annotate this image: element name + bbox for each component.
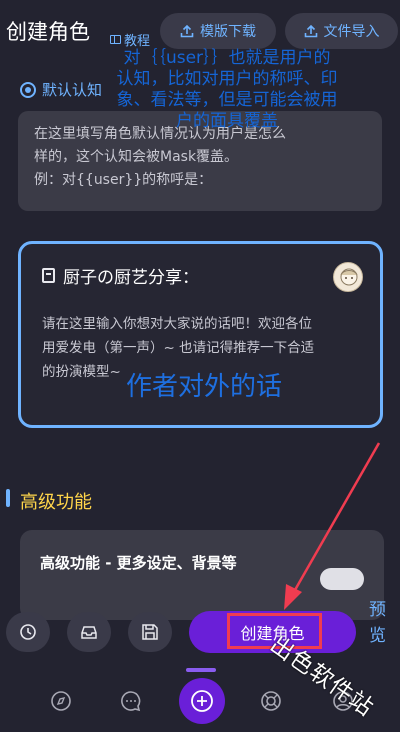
lifebuoy-icon bbox=[261, 691, 281, 711]
annotation-arrow bbox=[284, 442, 381, 610]
compass-icon bbox=[51, 691, 71, 711]
nav-discover[interactable] bbox=[46, 686, 76, 716]
chat-icon bbox=[121, 691, 141, 712]
nav-help[interactable] bbox=[256, 686, 286, 716]
plus-icon bbox=[191, 690, 213, 712]
nav-chat[interactable] bbox=[116, 686, 146, 716]
nav-active-indicator bbox=[186, 668, 216, 672]
nav-create[interactable] bbox=[179, 678, 225, 724]
